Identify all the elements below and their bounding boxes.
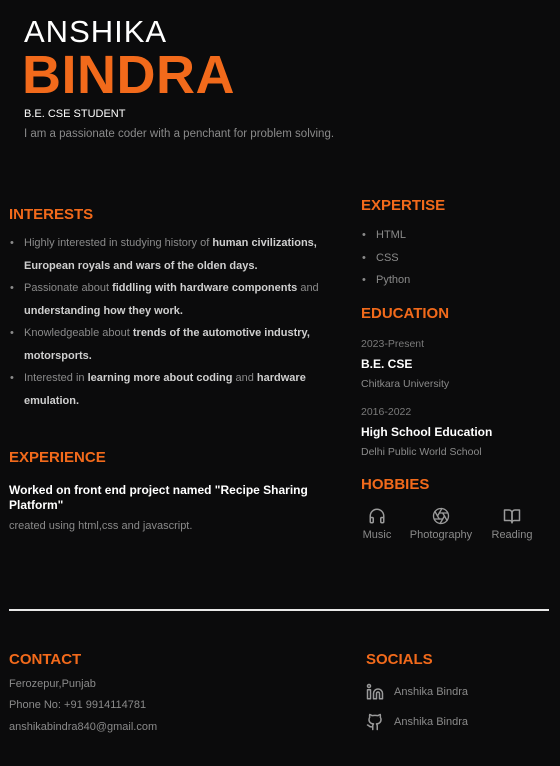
interest-highlight: learning more about coding (87, 372, 233, 384)
socials-heading: SOCIALS (366, 651, 433, 668)
role-title: B.E. CSE STUDENT (24, 108, 126, 120)
headphones-icon (369, 508, 385, 524)
interest-item: Interested in learning more about coding… (9, 367, 319, 412)
hobbies-heading: HOBBIES (361, 476, 430, 493)
interest-highlight: understanding how they work. (24, 304, 183, 317)
expertise-list: HTML CSS Python (361, 224, 410, 292)
tagline: I am a passionate coder with a penchant … (24, 128, 335, 140)
education-years: 2016-2022 (361, 406, 412, 418)
contact-email[interactable]: anshikabindra840@gmail.com (9, 721, 157, 733)
experience-heading: EXPERIENCE (9, 449, 106, 466)
hobby-label: Reading (491, 529, 533, 541)
education-heading: EDUCATION (361, 305, 450, 322)
education-degree: B.E. CSE (361, 357, 413, 371)
expertise-item: CSS (361, 247, 410, 270)
hobby-label: Music (362, 529, 392, 541)
experience-description: created using html,css and javascript. (9, 520, 193, 532)
expertise-heading: EXPERTISE (361, 197, 446, 214)
hobby-label: Photography (409, 529, 473, 541)
interest-text: Highly interested in studying history of (24, 237, 213, 249)
interest-item: Passionate about fiddling with hardware … (9, 277, 319, 322)
last-name: BINDRA (22, 45, 235, 105)
interest-highlight: fiddling with hardware components (112, 282, 298, 294)
experience-project: Worked on front end project named "Recip… (9, 483, 308, 512)
interest-text: and (232, 372, 257, 384)
social-label: Anshika Bindra (394, 686, 468, 698)
contact-heading: CONTACT (9, 651, 82, 668)
linkedin-icon (366, 683, 384, 700)
social-label: Anshika Bindra (394, 716, 468, 728)
social-linkedin-link[interactable]: Anshika Bindra (366, 683, 468, 701)
interest-text: Passionate about (24, 282, 113, 294)
hobby-music: Music (357, 507, 397, 541)
interest-text: and (297, 282, 319, 294)
book-open-icon (503, 509, 521, 524)
interest-text: Interested in (24, 372, 88, 384)
interests-heading: INTERESTS (9, 206, 94, 223)
interest-text: Knowledgeable about (24, 327, 133, 339)
interest-item: Highly interested in studying history of… (9, 232, 319, 277)
social-github-link[interactable]: Anshika Bindra (366, 713, 468, 731)
section-divider (9, 609, 549, 611)
camera-aperture-icon (432, 507, 450, 525)
expertise-item: Python (361, 269, 410, 292)
education-years: 2023-Present (361, 338, 425, 350)
education-school: Chitkara University (361, 378, 450, 390)
github-icon (366, 713, 382, 731)
education-degree: High School Education (361, 425, 493, 439)
interest-item: Knowledgeable about trends of the automo… (9, 322, 319, 367)
interests-list: Highly interested in studying history of… (9, 232, 319, 412)
expertise-item: HTML (361, 224, 410, 247)
contact-location: Ferozepur,Punjab (9, 678, 96, 690)
education-school: Delhi Public World School (361, 446, 482, 458)
hobby-photography: Photography (404, 507, 478, 541)
contact-phone[interactable]: Phone No: +91 9914114781 (9, 699, 146, 711)
hobby-reading: Reading (487, 507, 537, 541)
